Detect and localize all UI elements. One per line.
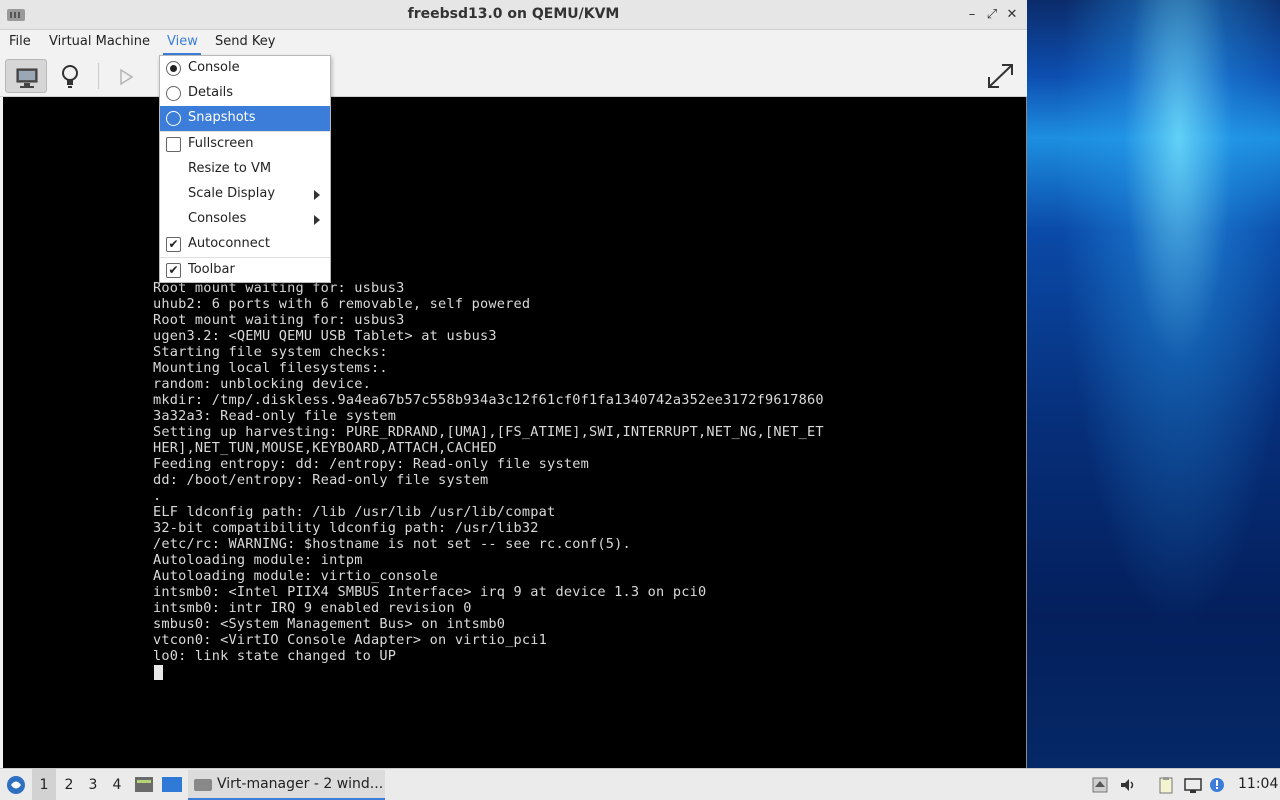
console-monitor-icon [16, 68, 38, 88]
workspace-2[interactable]: 2 [57, 769, 81, 800]
menu-item-label: Snapshots [188, 110, 256, 125]
checkbox-checked-icon: ✔ [166, 237, 181, 252]
fullscreen-button[interactable] [980, 59, 1022, 93]
checkbox-unchecked-icon [166, 137, 181, 152]
menu-send-key[interactable]: Send Key [215, 34, 275, 49]
console-line: ugen3.2: <QEMU QEMU USB Tablet> at usbus… [153, 328, 497, 344]
console-line: intsmb0: <Intel PIIX4 SMBUS Interface> i… [153, 584, 707, 600]
console-line: vtcon0: <VirtIO Console Adapter> on virt… [153, 632, 548, 648]
vm-console[interactable]: Root mount waiting for: usbus3 uhub2: 6 … [3, 97, 1026, 768]
details-view-button[interactable] [49, 59, 91, 93]
maximize-button[interactable]: ⤢ [984, 6, 1000, 24]
menu-file[interactable]: File [9, 34, 31, 49]
window-titlebar[interactable]: freebsd13.0 on QEMU/KVM – ⤢ ✕ [0, 0, 1027, 30]
menu-item-label: Scale Display [188, 186, 276, 201]
view-menu-item-console[interactable]: Console [160, 56, 330, 81]
console-line: Setting up harvesting: PURE_RDRAND,[UMA]… [153, 424, 824, 440]
console-line: intsmb0: intr IRQ 9 enabled revision 0 [153, 600, 472, 616]
eject-icon[interactable] [1091, 776, 1109, 794]
view-menu-item-fullscreen[interactable]: Fullscreen [160, 132, 330, 157]
task-label: Virt-manager - 2 wind... [217, 776, 384, 792]
taskbar-task-virt-manager[interactable]: Virt-manager - 2 wind... [188, 770, 385, 800]
minimize-button[interactable]: – [964, 6, 980, 24]
view-menu-item-details[interactable]: Details [160, 81, 330, 106]
clipboard-icon[interactable] [1157, 776, 1175, 794]
console-view-button[interactable] [5, 59, 47, 93]
menu-item-label: Consoles [188, 211, 247, 226]
menu-item-label: Autoconnect [188, 236, 271, 251]
virt-manager-icon [194, 779, 212, 791]
radio-unselected-icon [166, 86, 181, 101]
menu-item-label: Resize to VM [188, 161, 272, 176]
view-menu-item-toolbar[interactable]: ✔ Toolbar [160, 258, 330, 283]
workspace-1[interactable]: 1 [32, 769, 56, 800]
console-line: /etc/rc: WARNING: $hostname is not set -… [153, 536, 631, 552]
submenu-arrow-icon [314, 190, 320, 200]
details-bulb-icon [62, 65, 78, 88]
console-line: Feeding entropy: dd: /entropy: Read-only… [153, 456, 589, 472]
fullscreen-expand-icon [988, 64, 1013, 88]
start-menu-icon [7, 776, 25, 794]
console-line: mkdir: /tmp/.diskless.9a4ea67b57c558b934… [153, 392, 824, 408]
file-manager-launcher[interactable] [133, 769, 155, 800]
menu-view[interactable]: View [167, 34, 198, 49]
notification-icon[interactable] [1208, 776, 1226, 794]
toolbar [0, 55, 1027, 97]
view-menu-item-consoles[interactable]: Consoles [160, 207, 330, 232]
view-menu-item-resize-to-vm[interactable]: Resize to VM [160, 157, 330, 182]
view-menu-item-scale-display[interactable]: Scale Display [160, 182, 330, 207]
menubar: File Virtual Machine View Send Key [0, 30, 1027, 55]
menu-item-label: Fullscreen [188, 136, 254, 151]
console-line: ELF ldconfig path: /lib /usr/lib /usr/li… [153, 504, 556, 520]
radio-selected-icon [166, 61, 181, 76]
console-line: HER],NET_TUN,MOUSE,KEYBOARD,ATTACH,CACHE… [153, 440, 497, 456]
desktop-icon [162, 777, 182, 792]
console-line: . [153, 488, 162, 504]
console-line: lo0: link state changed to UP [153, 648, 397, 664]
console-line: Root mount waiting for: usbus3 [153, 312, 405, 328]
toolbar-separator [98, 63, 99, 89]
close-button[interactable]: ✕ [1004, 6, 1020, 24]
file-manager-icon [135, 777, 153, 792]
console-line: random: unblocking device. [153, 376, 371, 392]
view-menu-item-autoconnect[interactable]: ✔ Autoconnect [160, 232, 330, 257]
run-button[interactable] [105, 59, 147, 93]
console-line: 3a32a3: Read-only file system [153, 408, 397, 424]
menu-item-label: Toolbar [188, 262, 235, 277]
console-line: Autoloading module: intpm [153, 552, 363, 568]
console-line: uhub2: 6 ports with 6 removable, self po… [153, 296, 531, 312]
volume-icon[interactable] [1119, 776, 1137, 794]
console-cursor [154, 665, 163, 680]
view-menu-item-snapshots[interactable]: Snapshots [160, 106, 330, 131]
taskbar: 1 2 3 4 Virt-manager - 2 wind... 11:04 [0, 768, 1280, 800]
console-line: smbus0: <System Management Bus> on intsm… [153, 616, 506, 632]
network-icon[interactable] [1184, 776, 1202, 794]
show-desktop-launcher[interactable] [160, 769, 184, 800]
menu-virtual-machine[interactable]: Virtual Machine [49, 34, 150, 49]
virt-manager-window: freebsd13.0 on QEMU/KVM – ⤢ ✕ File Virtu… [0, 0, 1027, 768]
console-line: Mounting local filesystems:. [153, 360, 388, 376]
workspace-4[interactable]: 4 [105, 769, 129, 800]
workspace-3[interactable]: 3 [81, 769, 105, 800]
console-line: Autoloading module: virtio_console [153, 568, 439, 584]
console-line: dd: /boot/entropy: Read-only file system [153, 472, 489, 488]
console-line: 32-bit compatibility ldconfig path: /usr… [153, 520, 539, 536]
view-menu-dropdown: Console Details Snapshots Fullscreen Res… [159, 55, 331, 283]
checkbox-checked-icon: ✔ [166, 263, 181, 278]
console-line: Starting file system checks: [153, 344, 388, 360]
start-menu-button[interactable] [2, 769, 30, 800]
submenu-arrow-icon [314, 215, 320, 225]
radio-unselected-icon [166, 111, 181, 126]
taskbar-clock[interactable]: 11:04 [1238, 776, 1278, 792]
menu-item-label: Console [188, 60, 240, 75]
run-play-icon [120, 68, 134, 86]
menu-item-label: Details [188, 85, 234, 100]
window-title: freebsd13.0 on QEMU/KVM [407, 6, 620, 22]
